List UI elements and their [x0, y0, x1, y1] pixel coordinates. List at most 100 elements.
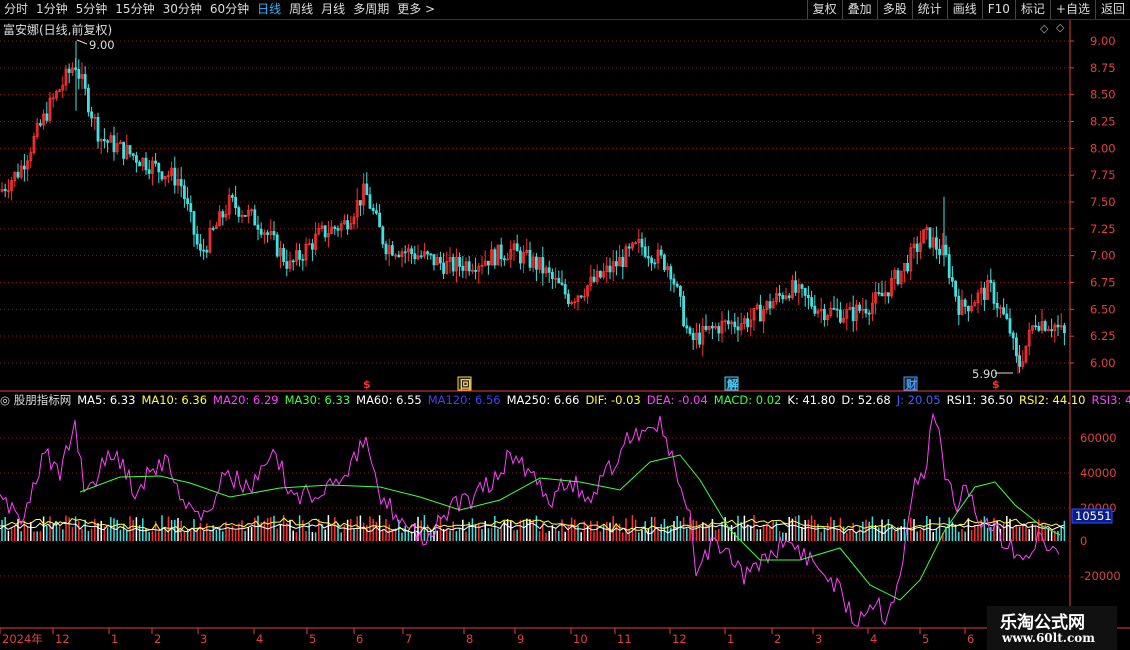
- candle-body: [704, 325, 708, 330]
- candle-body: [438, 257, 442, 264]
- candle-body: [528, 249, 532, 268]
- candle-body: [410, 248, 414, 255]
- candle-body: [653, 262, 657, 265]
- candle-body: [547, 267, 551, 273]
- x-axis-label: 3: [200, 632, 207, 646]
- event-marker: 解: [727, 377, 738, 391]
- candle-body: [519, 250, 522, 264]
- candle-body: [3, 188, 7, 192]
- candle-body: [502, 258, 506, 261]
- diamond-icon[interactable]: ◇: [1040, 22, 1048, 35]
- candle-body: [192, 211, 196, 235]
- indicator-value-8: DEA: -0.04: [646, 393, 708, 407]
- watermark-url: www.60lt.com: [1002, 631, 1095, 645]
- candle-body: [599, 270, 602, 278]
- high-pointer: [76, 39, 88, 45]
- candle-body: [935, 237, 938, 250]
- candle-body: [608, 265, 612, 273]
- candle-body: [205, 249, 209, 253]
- candle-body: [794, 280, 797, 293]
- candle-body: [915, 243, 919, 252]
- candle-body: [147, 169, 151, 174]
- candle-body: [615, 261, 618, 267]
- indicator-value-9: MACD: 0.02: [713, 393, 782, 407]
- price-tick-label: 8.25: [1090, 115, 1116, 129]
- x-axis-label: 1: [111, 632, 118, 646]
- price-tick-label: 8.75: [1090, 61, 1116, 75]
- kline-chart[interactable]: 9.00 8.75 8.50 8.25 8.00 7.75 7.50 7.25 7.00 6.75…: [0, 0, 1130, 650]
- candle-body: [736, 326, 740, 331]
- indicator-value-7: DIF: -0.03: [585, 393, 641, 407]
- candle-body: [688, 327, 692, 334]
- indicator-value-11: D: 52.68: [841, 393, 891, 407]
- candle-body: [131, 153, 135, 157]
- indicator-value-14: RSI2: 44.10: [1019, 393, 1086, 407]
- event-marker: $: [363, 378, 371, 391]
- candle-body: [128, 145, 132, 155]
- candle-body: [1063, 325, 1066, 334]
- x-axis-label: 11: [617, 632, 632, 646]
- candle-body: [1034, 325, 1037, 328]
- candle-body: [675, 283, 679, 287]
- x-axis-label: 12: [55, 632, 70, 646]
- candle-body: [768, 301, 772, 309]
- candle-body: [179, 179, 183, 187]
- candle-body: [733, 321, 737, 328]
- indicator-name[interactable]: ◎ 股朋指标网: [0, 393, 71, 407]
- x-axis-label: 12: [672, 632, 687, 646]
- candle-body: [864, 308, 868, 314]
- event-marker: 回: [460, 377, 471, 391]
- candle-body: [947, 254, 951, 278]
- candle-body: [992, 282, 996, 304]
- candle-body: [640, 238, 644, 248]
- price-tick-label: 6.00: [1090, 356, 1116, 370]
- price-tick-label: 6.75: [1090, 276, 1116, 290]
- indicator-value-3: MA30: 6.33: [284, 393, 351, 407]
- candle-body: [957, 295, 961, 315]
- indicator-value-4: MA60: 6.55: [356, 393, 422, 407]
- candle-body: [266, 232, 270, 235]
- candle-body: [877, 292, 881, 294]
- candle-body: [781, 294, 785, 300]
- candle-body: [560, 282, 564, 285]
- candle-body: [451, 256, 455, 272]
- event-marker: $: [992, 378, 1000, 391]
- candle-body: [567, 293, 570, 305]
- expand-icon[interactable]: ◇: [1056, 21, 1064, 34]
- candle-body: [535, 256, 538, 270]
- candle-body: [106, 140, 109, 143]
- candle-body: [803, 288, 807, 296]
- x-axis-label: 5: [922, 632, 929, 646]
- candle-body: [374, 210, 378, 214]
- candle-body: [967, 305, 970, 312]
- candle-body: [323, 225, 327, 238]
- candle-body: [541, 257, 545, 274]
- candle-body: [650, 257, 653, 264]
- candle-body: [682, 295, 685, 327]
- candle-body: [198, 243, 202, 251]
- candle-body: [951, 277, 954, 282]
- candle-body: [647, 256, 650, 259]
- candle-body: [16, 171, 20, 178]
- candle-body: [160, 171, 164, 180]
- price-tick-label: 8.00: [1090, 141, 1116, 155]
- x-axis-label: 2: [774, 632, 781, 646]
- candle-body: [643, 246, 647, 257]
- candle-body: [90, 111, 93, 119]
- candle-body: [39, 123, 42, 126]
- x-axis-label: 2: [154, 632, 161, 646]
- candle-body: [390, 245, 394, 256]
- candle-body: [551, 271, 554, 279]
- price-tick-label: 6.50: [1090, 302, 1116, 316]
- candle-body: [253, 209, 257, 226]
- candle-body: [368, 194, 372, 209]
- candle-body: [83, 74, 87, 89]
- candle-body: [938, 248, 941, 255]
- candle-body: [189, 203, 193, 213]
- indicator-value-10: K: 41.80: [787, 393, 836, 407]
- candle-body: [67, 68, 71, 73]
- candle-body: [746, 318, 749, 328]
- x-axis-label: 4: [870, 632, 877, 646]
- candle-body: [461, 265, 465, 271]
- candle-body: [112, 135, 116, 153]
